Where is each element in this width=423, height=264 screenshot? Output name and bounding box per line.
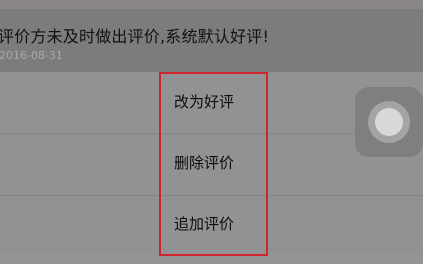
assistive-touch-icon	[368, 101, 410, 143]
review-date: 2016-08-31	[0, 49, 63, 62]
review-card: ················· 评价方未及时做出评价,系统默认好评! 201…	[0, 0, 423, 72]
top-strip: ·················	[0, 0, 423, 9]
highlight-box: 改为好评 删除评价 追加评价	[159, 72, 268, 256]
assistive-touch-core	[375, 108, 403, 136]
delete-review-button[interactable]: 删除评价	[174, 152, 234, 173]
change-to-positive-button[interactable]: 改为好评	[174, 91, 234, 112]
assistive-touch-button[interactable]	[355, 87, 423, 157]
review-text: 评价方未及时做出评价,系统默认好评!	[0, 27, 270, 46]
add-review-button[interactable]: 追加评价	[174, 213, 234, 234]
review-caption: ·················	[2, 0, 30, 6]
